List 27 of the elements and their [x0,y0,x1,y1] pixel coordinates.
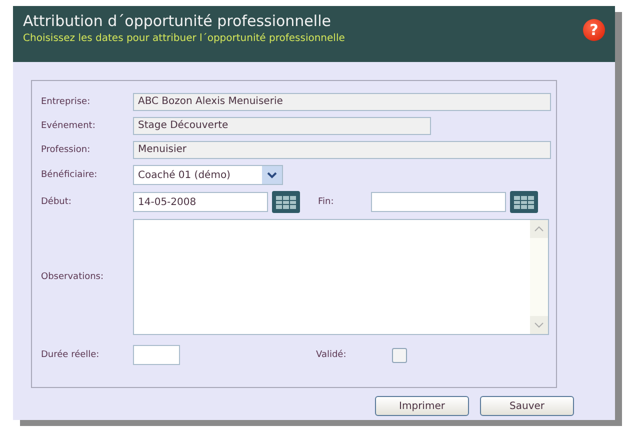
date-field[interactable]: 14-05-2008 [133,192,268,212]
field-label: Evénement: [41,121,96,131]
scroll-down-icon[interactable] [530,316,548,334]
checkbox[interactable] [392,348,408,362]
field-label: Durée réelle: [41,350,100,360]
field-label: Entreprise: [41,97,92,107]
dropdown[interactable]: Coaché 01 (démo) [133,165,283,185]
duration-field[interactable] [133,345,180,365]
form-button[interactable]: Sauver [480,396,574,416]
scroll-up-icon[interactable] [530,220,548,238]
field-label: Bénéficiaire: [41,170,98,180]
field-label: Validé: [316,350,346,360]
calendar-icon[interactable] [510,191,538,213]
field-label: Fin: [318,197,335,207]
text-area[interactable] [133,219,549,335]
date-field[interactable] [371,192,506,212]
window-subtitle: Choisissez les dates pour attribuer l´opportunité professionnelle [23,33,345,44]
readonly-field: Stage Découverte [133,117,431,135]
window-title: Attribution d´opportunité professionnelle [23,12,332,30]
field-label: Profession: [41,145,92,155]
calendar-icon[interactable] [272,191,300,213]
field-label: Observations: [41,272,105,282]
readonly-field: ABC Bozon Alexis Menuiserie [133,93,551,111]
readonly-field: Menuisier [133,141,551,159]
caret-icon [262,166,282,184]
field-label: Début: [41,197,72,207]
form-button[interactable]: Imprimer [375,396,469,416]
